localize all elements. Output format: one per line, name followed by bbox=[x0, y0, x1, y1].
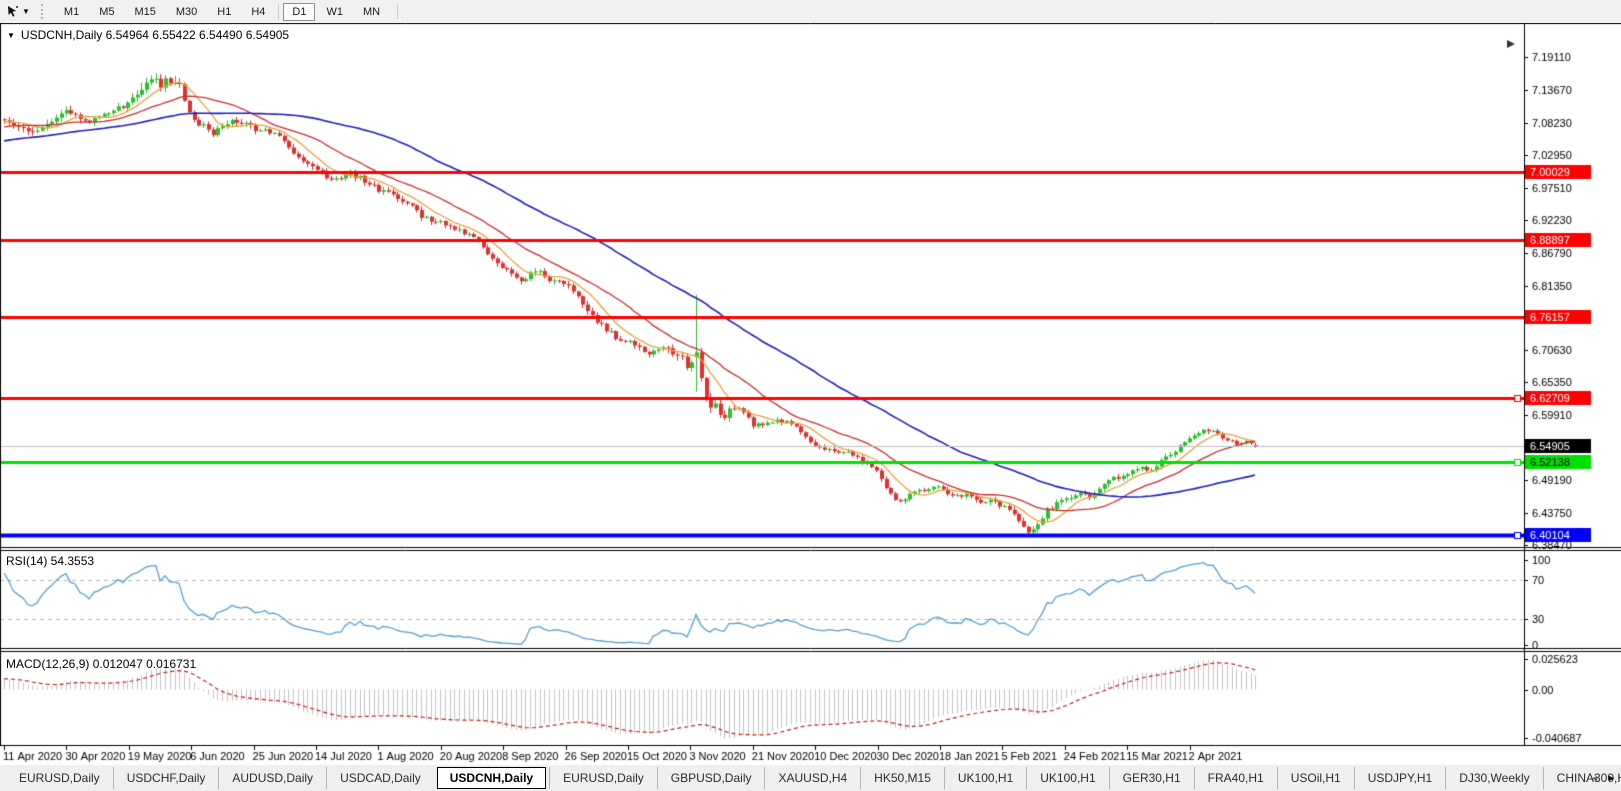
chart-tab[interactable]: AUDUSD,Daily bbox=[218, 767, 326, 789]
chart-tab[interactable]: USDCNH,Daily bbox=[436, 767, 547, 789]
timeframe-button[interactable]: M30 bbox=[167, 3, 206, 21]
tabs-scroll-left-button[interactable]: ◄ bbox=[1588, 772, 1601, 784]
timeframe-button[interactable]: M5 bbox=[90, 3, 123, 21]
timeframe-button[interactable]: H1 bbox=[208, 3, 240, 21]
timeframe-button[interactable]: MN bbox=[354, 3, 389, 21]
chart-tab[interactable]: DJ30,Weekly bbox=[1445, 767, 1542, 789]
chart-tab[interactable]: USDJPY,H1 bbox=[1353, 767, 1445, 789]
chart-tab[interactable]: UK100,H1 bbox=[943, 767, 1026, 789]
chart-tab[interactable]: USOil,H1 bbox=[1276, 767, 1354, 789]
collapse-chart-icon[interactable]: ▼ bbox=[7, 31, 15, 40]
timeframe-buttons: M1 M5 M15 M30 H1 H4 D1 W1 MN bbox=[54, 2, 398, 21]
timeframe-button[interactable]: M15 bbox=[125, 3, 164, 21]
chart-tab[interactable]: HK50,M15 bbox=[860, 767, 944, 789]
timeframe-button[interactable]: H4 bbox=[242, 3, 274, 21]
tab-scroll-arrows: ◄ ► bbox=[1588, 765, 1618, 791]
timeframe-button[interactable]: M1 bbox=[55, 3, 88, 21]
chart-canvas[interactable] bbox=[0, 23, 1621, 765]
chart-tab[interactable]: UK100,H1 bbox=[1026, 767, 1108, 789]
chart-window: ▼ USDCNH,Daily 6.54964 6.55422 6.54490 6… bbox=[0, 23, 1621, 765]
timeframe-toolbar: ▼ M1 M5 M15 M30 H1 H4 D1 W1 MN bbox=[0, 0, 1621, 23]
chart-tab[interactable]: GER30,H1 bbox=[1108, 767, 1194, 789]
dropdown-caret-icon: ▼ bbox=[22, 7, 30, 16]
chart-tab[interactable]: USDCAD,Daily bbox=[326, 767, 434, 789]
timeframe-button[interactable]: W1 bbox=[317, 3, 352, 21]
timeframe-button[interactable]: D1 bbox=[278, 2, 316, 21]
chart-tab[interactable]: EURUSD,Daily bbox=[6, 767, 113, 789]
chart-tab[interactable]: GBPUSD,Daily bbox=[656, 767, 765, 789]
chart-tab[interactable]: USDCHF,Daily bbox=[112, 767, 219, 789]
chart-tab[interactable]: EURUSD,Daily bbox=[549, 767, 657, 789]
chart-tab[interactable]: XAUUSD,H4 bbox=[764, 767, 860, 789]
chart-tab[interactable]: FRA40,H1 bbox=[1193, 767, 1277, 789]
trading-platform-window: ▼ M1 M5 M15 M30 H1 H4 D1 W1 MN ▼ USDCNH,Daily 6.… bbox=[0, 0, 1621, 791]
chart-tab-bar: EURUSD,Daily USDCHF,Daily AUDUSD,Daily USDC… bbox=[0, 765, 1621, 791]
chart-cursor-tool-button[interactable]: ▼ bbox=[4, 4, 32, 19]
chart-tabs: EURUSD,Daily USDCHF,Daily AUDUSD,Daily USDC… bbox=[0, 765, 1621, 791]
toolbar-grip-handle[interactable] bbox=[40, 4, 47, 19]
tabs-scroll-right-button[interactable]: ► bbox=[1605, 772, 1618, 784]
cursor-tool-icon bbox=[8, 6, 18, 17]
